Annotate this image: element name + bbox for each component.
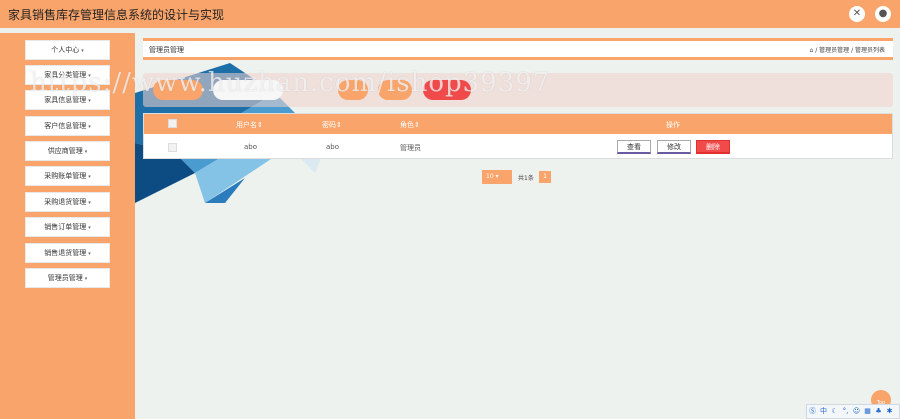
- sidebar-item-label: 采购账单管理: [44, 172, 87, 180]
- app-title: 家具销售库存管理信息系统的设计与实现: [8, 8, 225, 22]
- sidebar-item-label: 采购退货管理: [44, 198, 87, 206]
- sidebar-item-label: 销售退货管理: [44, 249, 87, 257]
- page-size-select[interactable]: 10 ▾: [482, 170, 512, 184]
- skin-icon[interactable]: ♣: [873, 405, 884, 418]
- page-title: 管理员管理: [149, 46, 184, 54]
- sidebar-item-customers[interactable]: 客户信息管理 ▾: [25, 116, 110, 136]
- chevron-down-icon: ▾: [88, 251, 91, 257]
- column-actions: 操作: [666, 121, 680, 129]
- sidebar-item-label: 销售订单管理: [44, 223, 87, 231]
- sidebar-item-label: 个人中心: [51, 46, 80, 54]
- column-username[interactable]: 用户名⇕: [236, 120, 263, 130]
- edit-button[interactable]: 修改: [657, 140, 691, 154]
- sidebar: 个人中心 ▾ 家具分类管理 ▾ 家具信息管理 ▾ 客户信息管理 ▾ 供应商管理 ▾ 采购账…: [0, 33, 135, 419]
- sidebar-item-label: 供应商管理: [47, 147, 83, 155]
- sidebar-item-label: 家具信息管理: [44, 96, 87, 104]
- page-size-value: 10: [486, 173, 494, 180]
- select-all-checkbox[interactable]: [168, 119, 177, 128]
- data-table: 用户名⇕ 密码⇕ 角色⇕ 操作 abo abo 管理员 查看 修改 删除: [143, 113, 893, 159]
- sidebar-item-personal-center[interactable]: 个人中心 ▾: [25, 40, 110, 60]
- fullscreen-icon[interactable]: ✕: [849, 6, 865, 22]
- chevron-down-icon: ▾: [88, 73, 91, 79]
- sidebar-item-sales-returns[interactable]: 销售退货管理 ▾: [25, 243, 110, 263]
- language-icon[interactable]: 中: [818, 405, 829, 418]
- cell-username: abo: [244, 143, 258, 151]
- row-checkbox[interactable]: [168, 143, 177, 152]
- chevron-down-icon: ▾: [84, 149, 88, 155]
- delete-button[interactable]: 删除: [696, 140, 730, 154]
- breadcrumb: ⌂ / 管理员管理 / 管理员列表: [810, 45, 885, 54]
- sidebar-item-purchase-returns[interactable]: 采购退货管理 ▾: [25, 192, 110, 212]
- sidebar-item-sales-orders[interactable]: 销售订单管理 ▾: [25, 217, 110, 237]
- moon-icon[interactable]: ☾: [829, 405, 840, 418]
- main-content: 管理员管理 ⌂ / 管理员管理 / 管理员列表 用户名⇕ 密码⇕ 角色⇕ 操作 …: [135, 33, 900, 419]
- batch-delete-button[interactable]: [423, 80, 471, 100]
- input-method-icon[interactable]: Ⓢ: [807, 405, 818, 418]
- chevron-down-icon: ▾: [88, 124, 91, 130]
- sidebar-item-label: 客户信息管理: [44, 122, 87, 130]
- page-header: 管理员管理 ⌂ / 管理员管理 / 管理员列表: [143, 38, 893, 60]
- search-input[interactable]: [213, 80, 283, 100]
- settings-icon[interactable]: ✱: [884, 405, 895, 418]
- chevron-down-icon: ▾: [84, 276, 88, 282]
- column-role[interactable]: 角色⇕: [400, 120, 420, 130]
- search-bar: [143, 73, 893, 107]
- chevron-down-icon: ▾: [81, 48, 84, 54]
- breadcrumb-text: / 管理员管理 / 管理员列表: [815, 47, 885, 54]
- column-password[interactable]: 密码⇕: [322, 120, 342, 130]
- user-icon[interactable]: ●: [875, 6, 891, 22]
- sidebar-item-purchase-bills[interactable]: 采购账单管理 ▾: [25, 166, 110, 186]
- cell-password: abo: [326, 143, 340, 151]
- search-button[interactable]: [338, 80, 368, 100]
- chevron-down-icon: ▾: [88, 98, 91, 104]
- cell-role: 管理员: [400, 144, 421, 152]
- sidebar-item-furniture[interactable]: 家具信息管理 ▾: [25, 90, 110, 110]
- pagination-total: 共1条: [518, 175, 534, 182]
- keyboard-icon[interactable]: ▦: [862, 405, 873, 418]
- table-header: 用户名⇕ 密码⇕ 角色⇕ 操作: [144, 114, 892, 134]
- sidebar-item-admins[interactable]: 管理员管理 ▾: [25, 268, 110, 288]
- chevron-down-icon: ▾: [88, 200, 91, 206]
- view-button[interactable]: 查看: [617, 140, 651, 154]
- sidebar-item-label: 家具分类管理: [44, 71, 87, 79]
- chevron-down-icon: ▾: [88, 174, 91, 180]
- add-button[interactable]: [378, 80, 412, 100]
- emoji-icon[interactable]: ☺: [851, 405, 862, 418]
- sidebar-item-suppliers[interactable]: 供应商管理 ▾: [25, 141, 110, 161]
- top-header: 家具销售库存管理信息系统的设计与实现 ✕ ●: [0, 0, 900, 28]
- sidebar-item-category[interactable]: 家具分类管理 ▾: [25, 65, 110, 85]
- pagination-page-1[interactable]: 1: [539, 171, 551, 183]
- punctuation-icon[interactable]: °,: [840, 405, 851, 418]
- sidebar-item-label: 管理员管理: [47, 274, 83, 282]
- chevron-down-icon: ▾: [88, 225, 91, 231]
- search-field-label: [153, 80, 203, 100]
- system-tray: Ⓢ 中 ☾ °, ☺ ▦ ♣ ✱: [806, 404, 900, 419]
